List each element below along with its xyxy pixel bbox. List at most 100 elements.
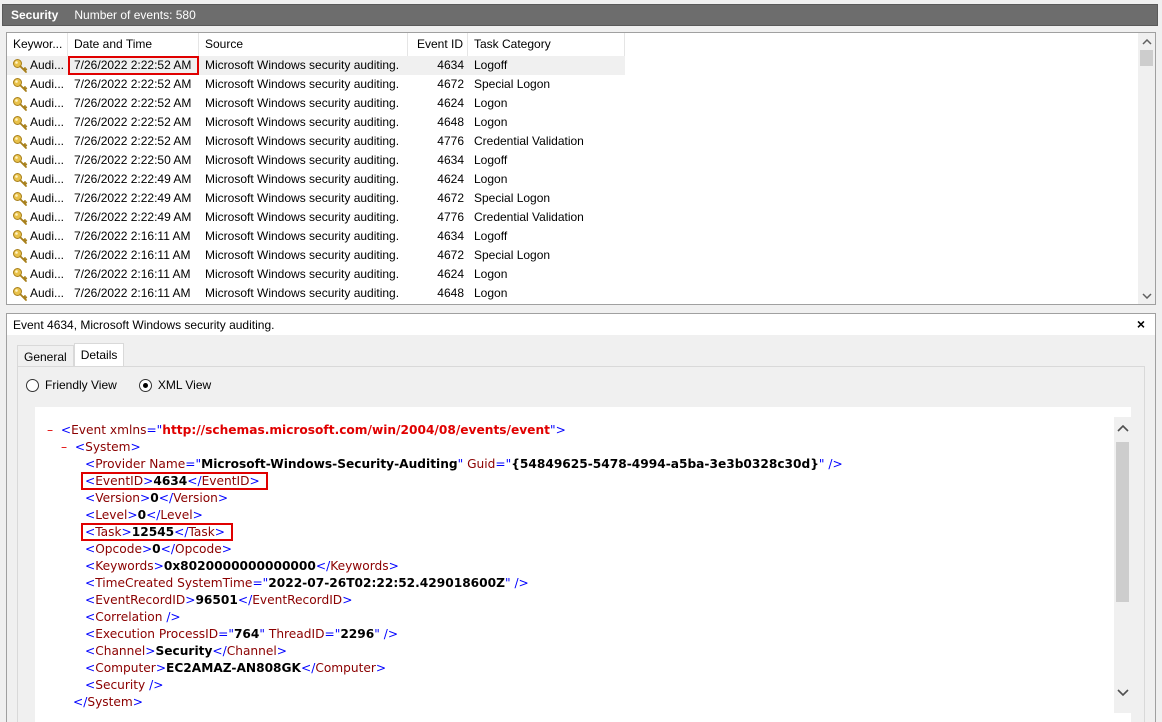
event-row[interactable]: Audi... 7/26/2022 2:22:52 AM Microsoft Win… <box>7 94 1139 113</box>
keywords-text: Audi... <box>30 115 65 129</box>
cell-event-id: 4648 <box>437 115 464 129</box>
event-row[interactable]: Audi... 7/26/2022 2:22:49 AM Microsoft Win… <box>7 170 1139 189</box>
cell-date: 7/26/2022 2:22:49 AM <box>74 172 192 186</box>
keywords-text: Audi... <box>30 77 65 91</box>
event-detail-pane: General Details Friendly View XML View –… <box>6 335 1156 722</box>
radio-on-icon[interactable] <box>138 378 152 392</box>
cell-event-id: 4624 <box>437 96 464 110</box>
event-count: Number of events: 580 <box>74 8 196 22</box>
event-row[interactable]: Audi... 7/26/2022 2:16:11 AM Microsoft Win… <box>7 284 1139 303</box>
keywords-text: Audi... <box>30 248 65 262</box>
event-detail-title: Event 4634, Microsoft Windows security a… <box>13 317 275 332</box>
column-header-source[interactable]: Source <box>199 33 408 56</box>
cell-keywords: Audi... <box>7 132 68 151</box>
key-icon <box>13 286 28 301</box>
tab-details[interactable]: Details <box>73 343 125 367</box>
xml-line-provider: <Provider Name="Microsoft-Windows-Securi… <box>85 457 843 471</box>
column-header-event-id[interactable]: Event ID <box>408 33 468 56</box>
cell-keywords: Audi... <box>7 284 68 303</box>
cell-task-category: Special Logon <box>474 248 551 262</box>
column-header-date[interactable]: Date and Time <box>68 33 199 56</box>
cell-event-id: 4648 <box>437 286 464 300</box>
task-highlight-box: <Task>12545</Task> <box>81 523 234 541</box>
xml-view-radio[interactable]: XML View <box>138 378 211 392</box>
event-row[interactable]: Audi... 7/26/2022 2:16:11 AM Microsoft Win… <box>7 227 1139 246</box>
cell-source: Microsoft Windows security auditing. <box>205 96 400 110</box>
key-icon <box>13 191 28 206</box>
cell-task-category: Special Logon <box>474 191 551 205</box>
cell-source: Microsoft Windows security auditing. <box>205 153 400 167</box>
event-row[interactable]: Audi... 7/26/2022 2:22:49 AM Microsoft Win… <box>7 189 1139 208</box>
xml-line-system-close: </System> <box>73 695 143 709</box>
cell-source: Microsoft Windows security auditing. <box>205 191 400 205</box>
cell-event-id: 4776 <box>437 134 464 148</box>
close-icon[interactable]: × <box>1137 316 1145 332</box>
eventid-highlight-box: <EventID>4634</EventID> <box>81 472 268 490</box>
events-list[interactable]: Keywor... Date and Time Source Event ID … <box>6 32 1156 305</box>
cell-source: Microsoft Windows security auditing. <box>205 172 400 186</box>
xml-view-label[interactable]: XML View <box>158 378 211 392</box>
cell-date: 7/26/2022 2:16:11 AM <box>74 248 191 262</box>
log-name: Security <box>11 8 59 22</box>
xml-line-recordid: <EventRecordID>96501</EventRecordID> <box>85 593 353 607</box>
xml-line-keywords: <Keywords>0x8020000000000000</Keywords> <box>85 559 399 573</box>
cell-keywords: Audi... <box>7 208 68 227</box>
cell-keywords: Audi... <box>7 151 68 170</box>
keywords-text: Audi... <box>30 191 65 205</box>
cell-task-category: Logon <box>474 286 508 300</box>
collapse-icon[interactable]: – <box>43 422 57 439</box>
column-header-keywords[interactable]: Keywor... <box>7 33 68 56</box>
key-icon <box>13 96 28 111</box>
keywords-text: Audi... <box>30 172 65 186</box>
friendly-view-radio[interactable]: Friendly View <box>26 378 117 392</box>
events-scrollbar[interactable] <box>1138 33 1155 304</box>
scroll-thumb[interactable] <box>1116 442 1129 602</box>
event-row[interactable]: Audi... 7/26/2022 2:22:50 AM Microsoft Win… <box>7 151 1139 170</box>
scroll-up-arrow-icon[interactable] <box>1138 33 1155 50</box>
event-row[interactable]: Audi... 7/26/2022 2:22:49 AM Microsoft Win… <box>7 208 1139 227</box>
xml-scrollbar[interactable] <box>1114 417 1131 713</box>
event-row[interactable]: Audi... 7/26/2022 2:16:11 AM Microsoft Win… <box>7 265 1139 284</box>
cell-event-id: 4672 <box>437 191 464 205</box>
xml-line-timecreated: <TimeCreated SystemTime="2022-07-26T02:2… <box>85 576 529 590</box>
column-header-task-category[interactable]: Task Category <box>468 33 625 56</box>
keywords-text: Audi... <box>30 229 65 243</box>
cell-source: Microsoft Windows security auditing. <box>205 286 400 300</box>
cell-keywords: Audi... <box>7 265 68 284</box>
cell-event-id: 4634 <box>437 153 464 167</box>
key-icon <box>13 58 28 73</box>
scroll-down-arrow-icon[interactable] <box>1138 287 1155 304</box>
cell-task-category: Credential Validation <box>474 134 584 148</box>
scroll-down-arrow-icon[interactable] <box>1114 684 1131 701</box>
event-row[interactable]: Audi... 7/26/2022 2:22:52 AM Microsoft Win… <box>7 132 1139 151</box>
cell-source: Microsoft Windows security auditing. <box>205 77 400 91</box>
xml-line-event: – <Event xmlns="http://schemas.microsoft… <box>35 422 843 439</box>
key-icon <box>13 210 28 225</box>
events-list-header: Keywor... Date and Time Source Event ID … <box>7 33 625 56</box>
cell-task-category: Logon <box>474 172 508 186</box>
cell-task-category: Logoff <box>468 56 625 75</box>
tab-general[interactable]: General <box>17 345 74 367</box>
key-icon <box>13 229 28 244</box>
xml-line-eventid: <EventID>4634</EventID> <box>35 472 843 490</box>
scroll-up-arrow-icon[interactable] <box>1114 420 1131 437</box>
event-row[interactable]: Audi... 7/26/2022 2:22:52 AM Microsoft Win… <box>7 113 1139 132</box>
scroll-thumb[interactable] <box>1140 50 1153 66</box>
event-row[interactable]: Audi... 7/26/2022 2:16:11 AM Microsoft Win… <box>7 246 1139 265</box>
event-row[interactable]: Audi... 7/26/2022 2:22:52 AM Microsoft Win… <box>7 75 1139 94</box>
cell-keywords: Audi... <box>7 113 68 132</box>
xml-view-box[interactable]: – <Event xmlns="http://schemas.microsoft… <box>35 407 1131 722</box>
friendly-view-label[interactable]: Friendly View <box>45 378 117 392</box>
cell-event-id: 4624 <box>437 172 464 186</box>
cell-event-id: 4672 <box>437 77 464 91</box>
xml-line-task: <Task>12545</Task> <box>35 523 843 541</box>
key-icon <box>13 153 28 168</box>
cell-event-id: 4634 <box>408 56 468 75</box>
collapse-icon[interactable]: – <box>57 439 71 456</box>
keywords-text: Audi... <box>30 153 65 167</box>
cell-source: Microsoft Windows security auditing. <box>205 229 400 243</box>
radio-off-icon[interactable] <box>26 378 39 392</box>
cell-date: 7/26/2022 2:22:49 AM <box>74 191 192 205</box>
log-header: Security Number of events: 580 <box>0 0 1162 30</box>
event-row[interactable]: Audi... 7/26/2022 2:22:52 AM Microsoft Win… <box>7 56 1139 75</box>
